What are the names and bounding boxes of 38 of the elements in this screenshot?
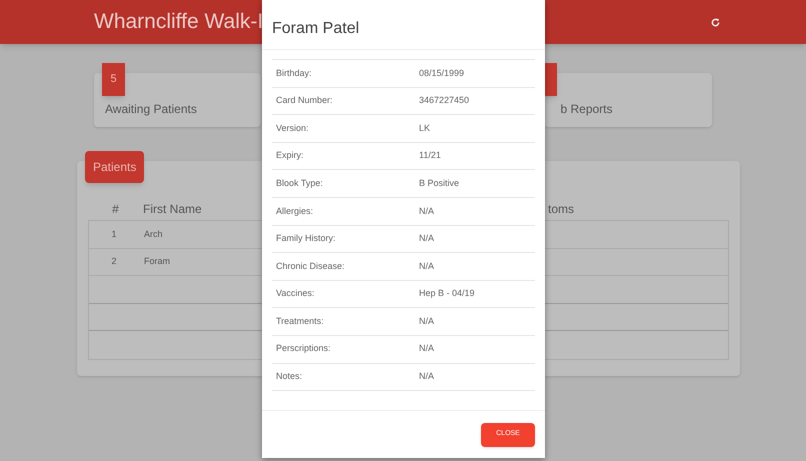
column-header: # (112, 202, 119, 216)
field-value: 08/15/1999 (419, 66, 464, 80)
field-label: Expiry: (276, 149, 305, 162)
field-value: 3467227450 (419, 94, 470, 108)
field-value: N/A (419, 370, 434, 384)
field-label: Chronic Disease: (276, 260, 346, 273)
app-title: Wharncliffe Walk-I (94, 9, 264, 36)
field-label: Vaccines: (276, 287, 316, 300)
field-label: Version: (276, 122, 310, 135)
stat-label: b Reports (560, 101, 613, 118)
field-label: Family History: (276, 232, 337, 246)
patients-tab[interactable]: Patients (85, 151, 144, 183)
field-label: Card Number: (276, 94, 334, 108)
field-value: Hep B - 04/19 (419, 287, 475, 300)
field-value: N/A (419, 342, 434, 356)
field-label: Perscriptions: (276, 342, 332, 356)
count-badge: 5 (102, 63, 125, 96)
column-header: First Name (143, 202, 202, 216)
field-label: Notes: (276, 370, 304, 384)
refresh-icon[interactable] (711, 18, 720, 26)
modal-title: Foram Patel (262, 0, 545, 50)
field-label: Treatments: (276, 314, 325, 328)
field-label: Allergies: (276, 204, 314, 218)
field-value: 11/21 (419, 149, 441, 162)
field-value: B Positive (419, 176, 460, 190)
column-header: toms (548, 202, 574, 216)
field-label: Birthday: (276, 66, 313, 80)
field-value: N/A (419, 260, 434, 273)
table-cell-text: 2 (110, 255, 118, 268)
field-value: N/A (419, 232, 434, 246)
table-cell-text: Arch (143, 228, 163, 241)
field-value: N/A (419, 314, 434, 328)
field-value: LK (419, 122, 430, 135)
table-cell-text: Foram (143, 255, 170, 268)
stat-label: Awaiting Patients (105, 101, 197, 118)
field-value: N/A (419, 204, 434, 218)
table-cell-text: 1 (110, 228, 118, 241)
field-label: Blook Type: (276, 176, 324, 190)
